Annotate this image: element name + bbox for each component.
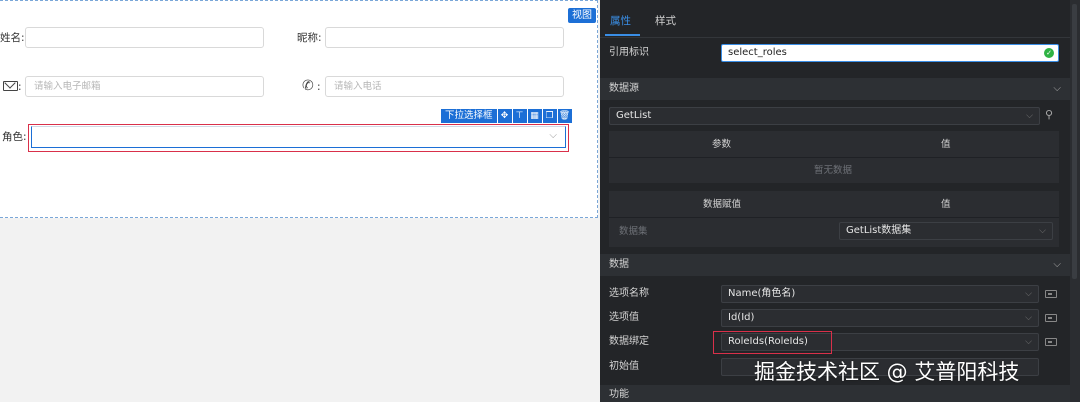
properties-panel: 属性 样式 引用标识 select_roles ✓ 数据源 ⌵ GetList … [600, 0, 1070, 402]
chevron-down-icon: ⌵ [1025, 313, 1032, 323]
params-table: 参数 值 暂无数据 [609, 131, 1059, 183]
option-value-label: 选项值 [609, 312, 639, 323]
ref-id-input[interactable]: select_roles ✓ [721, 44, 1059, 62]
watermark: 掘金技术社区 @ 艾普阳科技 [754, 360, 1020, 384]
email-colon: : [18, 81, 22, 93]
option-name-label: 选项名称 [609, 288, 649, 299]
chevron-down-icon: ⌵ [1053, 83, 1061, 94]
copy-icon[interactable]: ❐ [542, 109, 557, 123]
divider [609, 217, 1059, 218]
params-col-value: 值 [941, 139, 951, 150]
binding-mode-icon[interactable] [1045, 314, 1057, 322]
chevron-down-icon: ⌵ [1025, 337, 1032, 347]
check-icon: ✓ [1044, 48, 1054, 58]
move-icon[interactable]: ✥ [497, 109, 512, 123]
params-col-param: 参数 [712, 139, 732, 150]
phone-colon: : [317, 81, 321, 93]
assign-row-select[interactable]: GetList数据集 ⌵ [839, 222, 1053, 240]
name-input[interactable] [25, 27, 264, 48]
assign-col-value: 值 [941, 199, 951, 210]
params-empty: 暂无数据 [814, 165, 853, 176]
select-component-label[interactable]: 下拉选择框 [441, 109, 497, 123]
tab-style[interactable]: 样式 [655, 14, 676, 28]
chevron-down-icon: ⌵ [549, 130, 557, 141]
ref-id-label: 引用标识 [609, 47, 649, 58]
binding-mode-icon[interactable] [1045, 290, 1057, 298]
option-name-value: Name(角色名) [728, 288, 796, 299]
chevron-down-icon: ⌵ [1026, 111, 1033, 121]
email-input[interactable]: 请输入电子邮箱 [25, 76, 264, 97]
ref-id-value: select_roles [728, 47, 787, 58]
panel-tabs: 属性 样式 [600, 0, 1070, 38]
section-data-title: 数据 [609, 259, 629, 270]
chevron-down-icon: ⌵ [1053, 259, 1061, 270]
datasource-method-select[interactable]: GetList ⌵ [609, 107, 1040, 125]
view-badge[interactable]: 视图 [568, 8, 596, 23]
section-data[interactable]: 数据 ⌵ [600, 254, 1070, 276]
divider [609, 157, 1059, 158]
assign-row-value: GetList数据集 [846, 225, 912, 236]
chevron-down-icon: ⌵ [1025, 289, 1032, 299]
initial-value-label: 初始值 [609, 361, 639, 372]
name-label: 姓名: [0, 32, 25, 44]
assign-row-label: 数据集 [619, 226, 648, 237]
option-name-select[interactable]: Name(角色名) ⌵ [721, 285, 1039, 303]
active-tab-indicator [605, 34, 640, 36]
option-value-value: Id(Id) [728, 312, 755, 323]
assign-col-name: 数据赋值 [703, 199, 742, 210]
assign-table: 数据赋值 值 数据集 GetList数据集 ⌵ [609, 191, 1059, 247]
binding-highlight [713, 331, 832, 354]
binding-mode-icon[interactable] [1045, 338, 1057, 346]
nickname-input[interactable] [325, 27, 564, 48]
role-label: 角色: [2, 131, 27, 143]
tab-properties[interactable]: 属性 [610, 14, 631, 28]
chevron-down-icon: ⌵ [1039, 226, 1046, 236]
section-datasource[interactable]: 数据源 ⌵ [600, 78, 1070, 100]
section-feature[interactable]: 功能 [600, 385, 1070, 402]
section-datasource-title: 数据源 [609, 83, 639, 94]
link-icon[interactable]: ⚲ [1045, 108, 1053, 121]
section-feature-title: 功能 [609, 389, 629, 400]
select-toolbar: 下拉选择框 ✥ ⊤ ▦ ❐ 🗑 [441, 109, 572, 123]
option-value-select[interactable]: Id(Id) ⌵ [721, 309, 1039, 327]
scrollbar-thumb[interactable] [1072, 4, 1077, 279]
phone-input[interactable]: 请输入电话 [325, 76, 564, 97]
phone-icon: ✆ [302, 78, 314, 94]
nickname-label: 昵称: [297, 32, 322, 44]
align-top-icon[interactable]: ⊤ [512, 109, 527, 123]
mail-icon [3, 81, 18, 91]
delete-icon[interactable]: 🗑 [557, 109, 572, 123]
grid-icon[interactable]: ▦ [527, 109, 542, 123]
binding-label: 数据绑定 [609, 336, 649, 347]
design-canvas[interactable]: 视图 姓名: 昵称: : 请输入电子邮箱 ✆ : 请输入电话 下拉选择框 ✥ ⊤… [0, 0, 600, 402]
role-select[interactable]: ⌵ [31, 126, 566, 148]
datasource-method-value: GetList [616, 110, 652, 121]
